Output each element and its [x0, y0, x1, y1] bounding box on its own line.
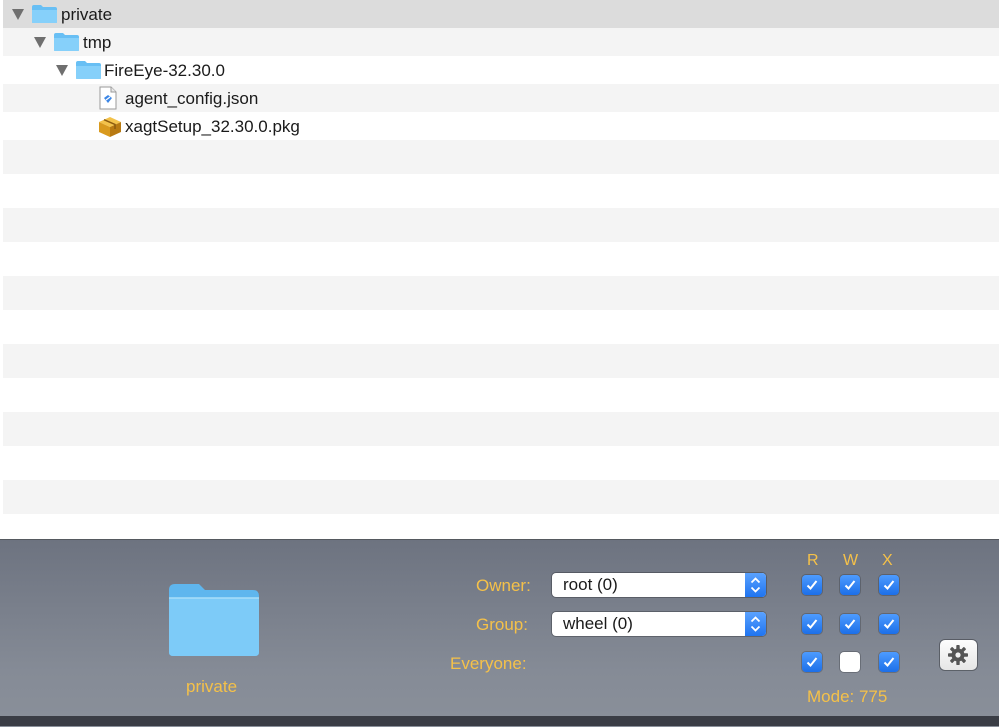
tree-row-xagt-pkg[interactable]: xagtSetup_32.30.0.pkg [3, 112, 999, 140]
everyone-label: Everyone: [450, 654, 527, 673]
everyone-execute-checkbox[interactable] [879, 652, 899, 672]
checkmark-icon [806, 580, 818, 590]
group-read-checkbox[interactable] [802, 614, 822, 634]
empty-row [3, 276, 999, 310]
tree-row-tmp[interactable]: tmp [3, 28, 999, 56]
checkmark-icon [883, 657, 895, 667]
checkmark-icon [844, 580, 856, 590]
json-file-icon [99, 86, 117, 110]
up-down-chevron-icon [750, 577, 761, 593]
tree-row-label: tmp [83, 33, 112, 52]
disclosure-triangle-icon[interactable] [56, 65, 68, 76]
everyone-read-checkbox[interactable] [802, 652, 822, 672]
file-tree: private tmp FireEye-32.30.0 agent_config… [3, 0, 999, 539]
empty-row [3, 412, 999, 446]
gear-icon [948, 645, 968, 665]
package-icon [99, 117, 121, 137]
owner-select-value: root (0) [563, 575, 618, 594]
everyone-write-checkbox[interactable] [840, 652, 860, 672]
group-stepper[interactable] [745, 612, 766, 636]
item-name: private [186, 677, 238, 696]
folder-icon [32, 5, 57, 23]
up-down-chevron-icon [750, 616, 761, 632]
tree-row-agent-config[interactable]: agent_config.json [3, 84, 999, 112]
group-write-checkbox[interactable] [840, 614, 860, 634]
tree-row-label: FireEye-32.30.0 [104, 61, 225, 80]
owner-label: Owner: [476, 576, 531, 595]
folder-icon [76, 61, 101, 79]
tree-row-label: xagtSetup_32.30.0.pkg [125, 117, 300, 136]
tree-row-private[interactable]: private [3, 0, 999, 28]
folder-icon [169, 584, 259, 656]
owner-stepper[interactable] [745, 573, 766, 597]
owner-read-checkbox[interactable] [802, 575, 822, 595]
empty-row [3, 480, 999, 514]
write-column-header: W [843, 552, 859, 569]
group-select[interactable]: wheel (0) [552, 612, 766, 636]
empty-row [3, 208, 999, 242]
empty-row [3, 344, 999, 378]
group-label: Group: [476, 615, 528, 634]
tree-row-fireeye[interactable]: FireEye-32.30.0 [3, 56, 999, 84]
group-select-value: wheel (0) [563, 614, 633, 633]
disclosure-triangle-icon[interactable] [34, 37, 46, 48]
owner-write-checkbox[interactable] [840, 575, 860, 595]
checkmark-icon [883, 619, 895, 629]
disclosure-triangle-icon[interactable] [12, 9, 24, 20]
window-bottom-edge [0, 716, 999, 726]
folder-icon [54, 33, 79, 51]
checkmark-icon [844, 619, 856, 629]
group-execute-checkbox[interactable] [879, 614, 899, 634]
execute-column-header: X [882, 552, 893, 569]
checkmark-icon [806, 657, 818, 667]
owner-select[interactable]: root (0) [552, 573, 766, 597]
checkmark-icon [883, 580, 895, 590]
checkmark-icon [806, 619, 818, 629]
tree-row-label: agent_config.json [125, 89, 259, 108]
owner-execute-checkbox[interactable] [879, 575, 899, 595]
tree-row-label: private [61, 5, 113, 24]
empty-row [3, 140, 999, 174]
action-gear-button[interactable] [940, 640, 977, 670]
read-column-header: R [807, 552, 819, 569]
info-panel: private R W X Owner: root (0) Group: whe… [0, 539, 999, 727]
mode-readout: Mode: 775 [807, 687, 888, 706]
